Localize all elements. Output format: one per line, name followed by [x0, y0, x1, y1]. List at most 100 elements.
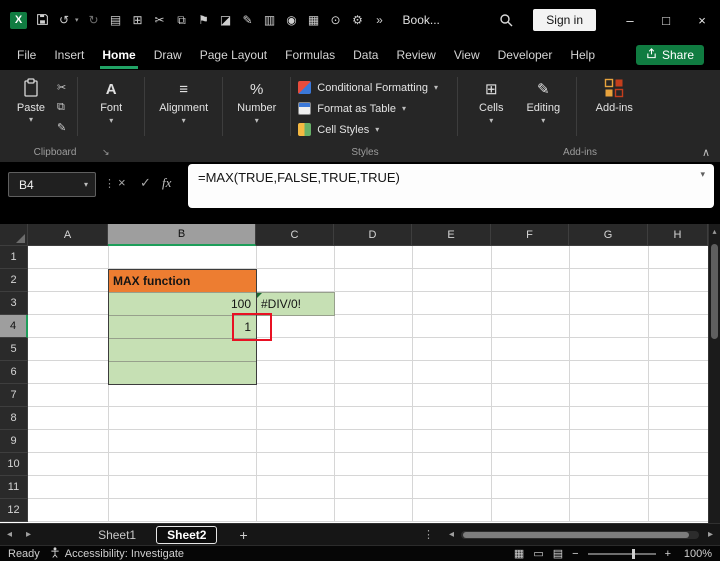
draw-pencil-icon[interactable]: ✎: [241, 14, 255, 26]
grid-body[interactable]: MAX function 100 #DIV/0! 1: [28, 246, 708, 522]
maximize-button[interactable]: □: [648, 0, 684, 40]
row-header-6[interactable]: 6: [0, 361, 28, 384]
tab-review[interactable]: Review: [387, 41, 444, 69]
column-header-g[interactable]: G: [569, 224, 648, 246]
vertical-scrollbar[interactable]: ▴: [708, 224, 720, 523]
cell-B2[interactable]: MAX function: [108, 269, 257, 293]
minimize-button[interactable]: –: [612, 0, 648, 40]
row-header-1[interactable]: 1: [0, 246, 28, 269]
accessibility-status[interactable]: Accessibility: Investigate: [50, 546, 184, 561]
row-header-5[interactable]: 5: [0, 338, 28, 361]
qat-overflow-icon[interactable]: »: [373, 14, 387, 26]
collapse-ribbon-icon[interactable]: ∧: [702, 146, 710, 159]
tab-data[interactable]: Data: [344, 41, 387, 69]
sheet-tab-sheet1[interactable]: Sheet1: [86, 526, 148, 544]
cell-B5[interactable]: [108, 338, 257, 362]
close-button[interactable]: ×: [684, 0, 720, 40]
undo-chevron-down-icon[interactable]: ▾: [75, 16, 79, 24]
tab-file[interactable]: File: [8, 41, 45, 69]
copy-small-icon[interactable]: ⧉: [57, 101, 66, 114]
sheet-tab-sheet2[interactable]: Sheet2: [156, 525, 218, 544]
page-break-view-icon[interactable]: ▤: [553, 547, 563, 560]
document-icon[interactable]: ▥: [263, 14, 277, 26]
format-as-table-button[interactable]: Format as Table ▾: [298, 102, 450, 115]
undo-icon[interactable]: ↺: [57, 14, 71, 26]
addins-button[interactable]: Add-ins: [584, 73, 644, 140]
tab-page-layout[interactable]: Page Layout: [191, 41, 276, 69]
font-group-button[interactable]: A Font ▾: [85, 73, 137, 140]
number-group-button[interactable]: % Number ▾: [230, 73, 283, 140]
settings-gear-icon[interactable]: ⚙: [351, 14, 365, 26]
hscroll-right-icon[interactable]: ▸: [701, 529, 720, 540]
row-header-7[interactable]: 7: [0, 384, 28, 407]
cut-icon[interactable]: ✂: [57, 81, 66, 94]
tab-help[interactable]: Help: [561, 41, 604, 69]
column-header-h[interactable]: H: [648, 224, 708, 246]
sign-in-button[interactable]: Sign in: [533, 9, 596, 31]
table-icon[interactable]: ⊞: [131, 14, 145, 26]
chart-icon[interactable]: ◪: [219, 14, 233, 26]
conditional-formatting-button[interactable]: Conditional Formatting ▾: [298, 81, 450, 94]
vertical-scroll-thumb[interactable]: [711, 244, 718, 339]
tab-insert[interactable]: Insert: [45, 41, 93, 69]
zoom-level[interactable]: 100%: [680, 548, 712, 560]
column-header-c[interactable]: C: [256, 224, 334, 246]
zoom-in-icon[interactable]: +: [665, 548, 671, 560]
tab-formulas[interactable]: Formulas: [276, 41, 344, 69]
cell-C3[interactable]: #DIV/0!: [256, 292, 335, 316]
insert-function-icon[interactable]: fx: [162, 175, 171, 191]
column-header-b[interactable]: B: [108, 224, 256, 246]
clipboard-icon[interactable]: ▤: [109, 14, 123, 26]
select-all-corner[interactable]: [0, 224, 28, 246]
zoom-slider[interactable]: [587, 548, 656, 559]
clipboard-dialog-launcher-icon[interactable]: ↘: [102, 147, 110, 158]
tab-view[interactable]: View: [445, 41, 489, 69]
share-button[interactable]: Share: [635, 45, 704, 65]
editing-group-button[interactable]: ✎ Editing ▾: [517, 73, 569, 140]
save-icon[interactable]: [35, 13, 49, 28]
flag-icon[interactable]: ⚑: [197, 14, 211, 26]
row-header-12[interactable]: 12: [0, 499, 28, 522]
horizontal-scroll-thumb[interactable]: [462, 531, 689, 538]
column-header-d[interactable]: D: [334, 224, 412, 246]
tab-developer[interactable]: Developer: [489, 41, 562, 69]
sheet-nav-left-icon[interactable]: ◂: [0, 529, 19, 540]
copy-icon[interactable]: ⧉: [175, 14, 189, 26]
normal-view-icon[interactable]: ▦: [514, 547, 524, 560]
formula-input[interactable]: =MAX(TRUE,FALSE,TRUE,TRUE) ▾: [188, 164, 714, 208]
column-header-a[interactable]: A: [28, 224, 108, 246]
alignment-group-button[interactable]: ≡ Alignment ▾: [152, 73, 215, 140]
row-header-10[interactable]: 10: [0, 453, 28, 476]
cells-group-button[interactable]: ⊞ Cells ▾: [465, 73, 517, 140]
page-layout-view-icon[interactable]: ▭: [533, 547, 543, 560]
hscroll-left-icon[interactable]: ◂: [442, 529, 461, 540]
name-box[interactable]: B4 ▾: [8, 172, 96, 197]
format-painter-icon[interactable]: ✎: [57, 121, 66, 134]
row-header-8[interactable]: 8: [0, 407, 28, 430]
search-icon[interactable]: [491, 13, 521, 27]
cell-B6[interactable]: [108, 361, 257, 385]
formula-bar-expand-icon[interactable]: ▾: [700, 169, 705, 180]
sheet-nav-right-icon[interactable]: ▸: [19, 529, 38, 540]
zoom-slider-thumb[interactable]: [631, 548, 635, 559]
camera-icon[interactable]: ◉: [285, 14, 299, 26]
row-header-3[interactable]: 3: [0, 292, 28, 315]
redo-icon[interactable]: ↻: [87, 14, 101, 26]
cell-styles-button[interactable]: Cell Styles ▾: [298, 123, 450, 136]
row-header-2[interactable]: 2: [0, 269, 28, 292]
cell-B3[interactable]: 100: [108, 292, 257, 316]
column-header-f[interactable]: F: [491, 224, 569, 246]
row-header-9[interactable]: 9: [0, 430, 28, 453]
enter-entry-icon[interactable]: ✓: [140, 175, 151, 191]
name-box-chevron-icon[interactable]: ▾: [77, 180, 95, 189]
row-header-11[interactable]: 11: [0, 476, 28, 499]
tab-home[interactable]: Home: [93, 41, 144, 69]
scroll-up-icon[interactable]: ▴: [709, 227, 720, 236]
horizontal-scrollbar[interactable]: [460, 530, 699, 539]
paste-button[interactable]: Paste ▾: [8, 73, 54, 140]
scissors-icon[interactable]: ✂: [153, 14, 167, 26]
print-icon[interactable]: ▦: [307, 14, 321, 26]
zoom-out-icon[interactable]: −: [572, 548, 578, 560]
tab-draw[interactable]: Draw: [145, 41, 191, 69]
new-sheet-button[interactable]: +: [239, 527, 247, 543]
